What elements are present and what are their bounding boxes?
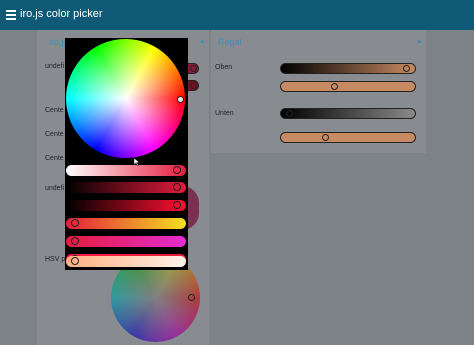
picker-blue-slider[interactable] bbox=[66, 218, 186, 229]
slider-thumb[interactable] bbox=[71, 219, 80, 227]
wheel-thumb[interactable] bbox=[188, 294, 195, 301]
picker-red-slider[interactable] bbox=[66, 182, 186, 193]
picker-green-slider[interactable] bbox=[66, 200, 186, 211]
slider-thumb[interactable] bbox=[285, 110, 293, 117]
unten-label: Unten bbox=[215, 110, 234, 117]
slider-thumb[interactable] bbox=[172, 166, 181, 174]
app-bar: iro.js color picker bbox=[0, 0, 474, 30]
slider-thumb[interactable] bbox=[190, 65, 197, 72]
unten-color-slider[interactable] bbox=[280, 132, 416, 143]
chevron-up-icon[interactable]: ▲ bbox=[199, 38, 206, 45]
slider-thumb[interactable] bbox=[71, 257, 80, 265]
unten-value-slider[interactable] bbox=[280, 108, 416, 119]
oben-value-slider[interactable] bbox=[280, 63, 416, 74]
picker-kelvin-slider[interactable] bbox=[66, 256, 186, 267]
picker-hue-slider[interactable] bbox=[66, 236, 186, 247]
slider-thumb[interactable] bbox=[330, 83, 338, 90]
left-label-6: HSV p bbox=[45, 256, 66, 263]
popup-color-wheel[interactable] bbox=[66, 39, 185, 158]
slider-thumb[interactable] bbox=[190, 82, 197, 89]
app-title: iro.js color picker bbox=[20, 8, 103, 20]
left-label-5: undefi bbox=[45, 185, 65, 192]
slider-thumb[interactable] bbox=[172, 201, 181, 209]
picker-value-slider[interactable] bbox=[66, 165, 186, 176]
color-picker-popup[interactable] bbox=[65, 38, 188, 270]
left-label-1: undefi bbox=[45, 63, 65, 70]
mouse-cursor-icon bbox=[134, 158, 140, 166]
slider-thumb[interactable] bbox=[71, 237, 80, 245]
slider-thumb[interactable] bbox=[403, 65, 411, 72]
left-label-3: Cente bbox=[45, 131, 64, 138]
slider-thumb[interactable] bbox=[322, 134, 329, 141]
chevron-up-icon[interactable]: ▲ bbox=[416, 38, 423, 45]
left-label-4: Cente bbox=[45, 155, 64, 162]
oben-color-slider[interactable] bbox=[280, 81, 416, 92]
oben-label: Oben bbox=[215, 64, 233, 71]
slider-thumb[interactable] bbox=[172, 183, 181, 191]
menu-icon[interactable] bbox=[6, 10, 16, 20]
wheel-thumb[interactable] bbox=[177, 96, 184, 103]
right-panel-heading[interactable]: Regal bbox=[218, 37, 242, 47]
left-label-2: Cente bbox=[45, 107, 64, 114]
